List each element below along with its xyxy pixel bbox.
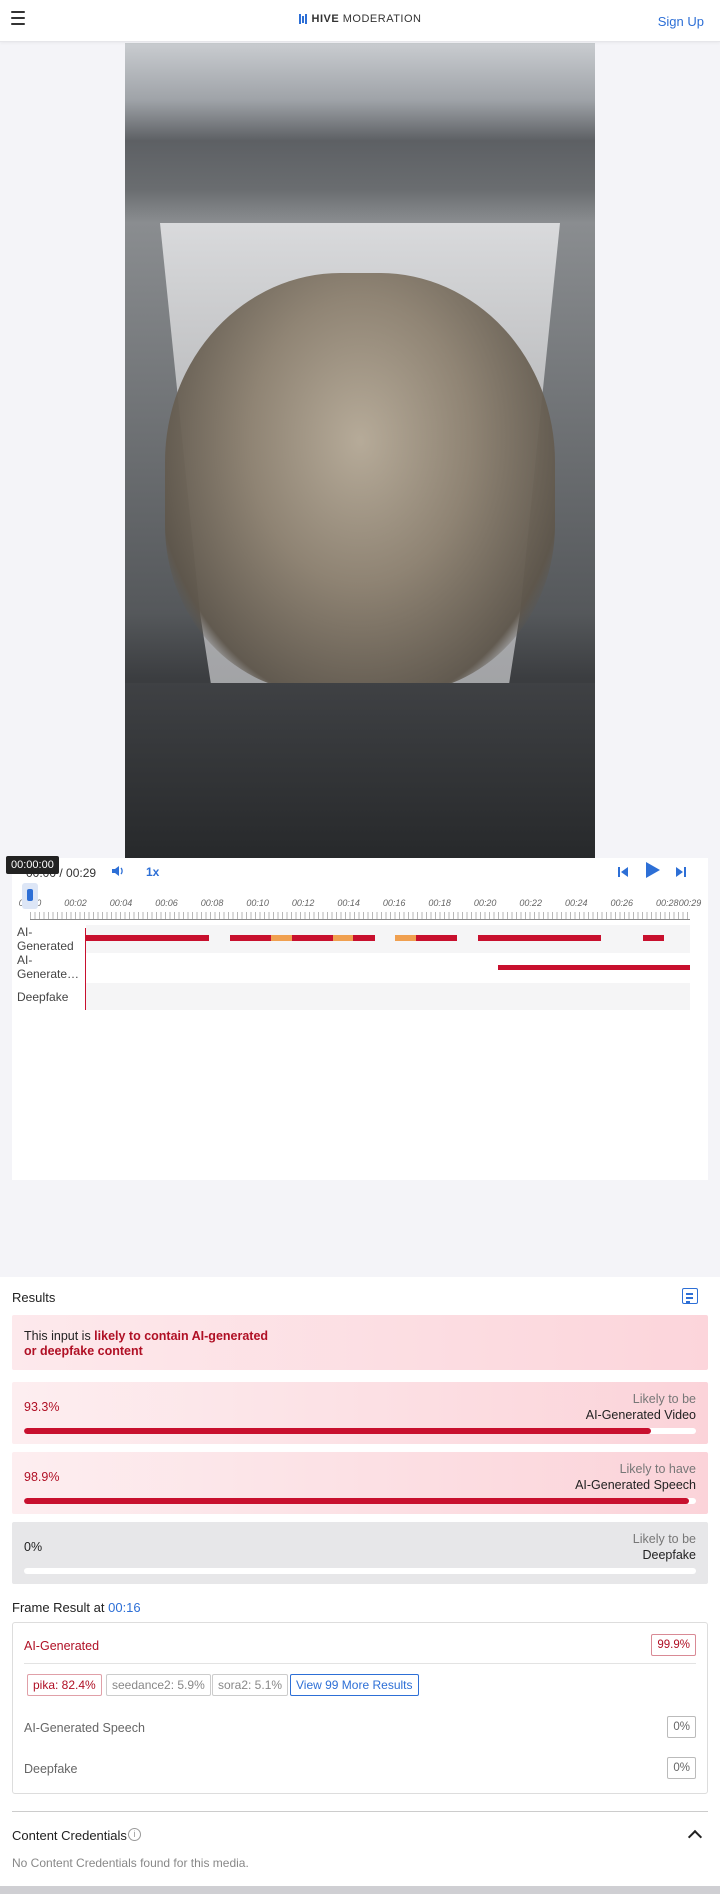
logo-bold: HIVE <box>311 13 340 25</box>
frame-divider <box>24 1663 696 1664</box>
track-ai-speech: AI- Generate… <box>12 953 690 983</box>
sign-up-link[interactable]: Sign Up <box>658 14 704 29</box>
timeline-tick-label: 00:12 <box>291 898 315 908</box>
track-ai-generated: AI- Generated <box>12 925 690 953</box>
view-more-results-button[interactable]: View 99 More Results <box>290 1674 419 1696</box>
timeline-playhead <box>85 928 86 1010</box>
score-bar-fill <box>24 1428 651 1434</box>
content-credentials-title[interactable]: Content Credentials <box>12 1828 127 1843</box>
score-card-ai-speech: 98.9% Likely to have AI-Generated Speech <box>12 1452 708 1514</box>
score-pretext: Likely to be <box>632 1392 696 1406</box>
timeline-tick-label: 00:04 <box>109 898 133 908</box>
segment-ai-low[interactable] <box>333 935 353 941</box>
model-chip-seedance2: seedance2: 5.9% <box>106 1674 211 1696</box>
segment-ai[interactable] <box>86 935 209 941</box>
verdict-alert: This input is likely to contain AI-gener… <box>12 1315 708 1370</box>
score-pretext: Likely to be <box>632 1532 696 1546</box>
segment-ai[interactable] <box>230 935 271 941</box>
segment-ai[interactable] <box>643 935 664 941</box>
report-icon[interactable] <box>682 1288 698 1304</box>
info-icon[interactable]: i <box>128 1828 141 1841</box>
timeline-tick-label: 00:02 <box>64 898 87 908</box>
top-header: HIVE MODERATION Sign Up <box>0 0 720 42</box>
track-label: AI- Generated <box>17 925 74 953</box>
timeline-scrubber[interactable] <box>22 883 38 909</box>
frame-deepfake-label: Deepfake <box>24 1762 78 1776</box>
track-label: AI- Generate… <box>17 953 80 981</box>
score-bar <box>24 1428 696 1434</box>
video-preview[interactable] <box>125 43 595 858</box>
timeline-tick-label: 00:20 <box>473 898 497 908</box>
timeline-tick-label: 00:22 <box>519 898 542 908</box>
score-pretext: Likely to have <box>619 1462 696 1476</box>
logo-text: MODERATION <box>342 13 422 25</box>
score-bar <box>24 1498 696 1504</box>
results-title: Results <box>12 1290 56 1305</box>
content-credentials-empty: No Content Credentials found for this me… <box>12 1856 249 1870</box>
timeline-tick-label: 00:18 <box>428 898 451 908</box>
score-bar-fill <box>24 1498 689 1504</box>
section-divider <box>12 1811 708 1812</box>
timeline-tick-label: 00:16 <box>382 898 406 908</box>
logo[interactable]: HIVE MODERATION <box>0 13 720 25</box>
timeline-tick-label: 00:24 <box>564 898 588 908</box>
score-percent: 98.9% <box>24 1470 60 1484</box>
track-label: Deepfake <box>17 990 69 1004</box>
track-deepfake: Deepfake <box>12 983 690 1010</box>
score-label: AI-Generated Video <box>585 1408 696 1422</box>
timeline-tick-label: 00:26 <box>610 898 633 908</box>
segment-speech[interactable] <box>498 965 690 970</box>
skip-back-icon[interactable] <box>617 866 629 878</box>
track-area[interactable] <box>86 953 690 983</box>
scrubber-handle[interactable] <box>27 889 33 901</box>
segment-ai[interactable] <box>292 935 333 941</box>
score-card-ai-video: 93.3% Likely to be AI-Generated Video <box>12 1382 708 1444</box>
segment-ai[interactable] <box>478 935 601 941</box>
frame-result-box <box>12 1622 708 1794</box>
time-total: / 00:29 <box>59 866 97 880</box>
timeline-baseline <box>30 919 690 920</box>
frame-title-prefix: Frame Result at <box>12 1600 105 1615</box>
play-icon[interactable] <box>643 861 661 879</box>
score-percent: 93.3% <box>24 1400 60 1414</box>
track-area[interactable] <box>86 983 690 1010</box>
score-card-deepfake: 0% Likely to be Deepfake <box>12 1522 708 1584</box>
timeline-tick-label: 00:29 <box>678 898 702 908</box>
frame-deepfake-value: 0% <box>667 1757 696 1779</box>
video-frame-belt <box>125 683 595 858</box>
model-chip-sora2: sora2: 5.1% <box>212 1674 289 1696</box>
playback-speed-button[interactable]: 1x <box>146 865 159 879</box>
timeline-tick-label: 00:14 <box>337 898 360 908</box>
bottom-strip <box>0 1886 720 1894</box>
frame-ai-generated-value: 99.9% <box>651 1634 696 1656</box>
track-area[interactable] <box>86 925 690 953</box>
timeline-tick-label: 00:08 <box>200 898 224 908</box>
frame-result-title: Frame Result at 00:16 <box>12 1600 141 1615</box>
score-percent: 0% <box>24 1540 43 1554</box>
model-chip-pika: pika: 82.4% <box>27 1674 102 1696</box>
score-label: AI-Generated Speech <box>575 1478 696 1492</box>
frame-speech-value: 0% <box>667 1716 696 1738</box>
segment-ai[interactable] <box>416 935 457 941</box>
segment-ai-low[interactable] <box>271 935 292 941</box>
score-bar <box>24 1568 696 1574</box>
score-label: Deepfake <box>642 1548 696 1562</box>
hive-logo-icon <box>298 13 308 25</box>
segment-ai[interactable] <box>353 935 375 941</box>
verdict-text: This input is likely to contain AI-gener… <box>24 1329 284 1359</box>
timeline-tick-label: 00:10 <box>246 898 269 908</box>
skip-forward-icon[interactable] <box>675 866 687 878</box>
frame-time-link[interactable]: 00:16 <box>108 1600 141 1615</box>
verdict-prefix: This input is <box>24 1329 95 1343</box>
video-frame-subject <box>165 273 555 693</box>
timeline-tick-label: 00:28 <box>655 898 679 908</box>
frame-speech-label: AI-Generated Speech <box>24 1721 145 1735</box>
frame-ai-generated-label: AI-Generated <box>24 1639 100 1653</box>
volume-icon[interactable] <box>111 864 125 878</box>
segment-ai-low[interactable] <box>395 935 416 941</box>
time-tooltip: 00:00:00 <box>6 856 59 874</box>
timeline-tick-label: 00:06 <box>155 898 178 908</box>
